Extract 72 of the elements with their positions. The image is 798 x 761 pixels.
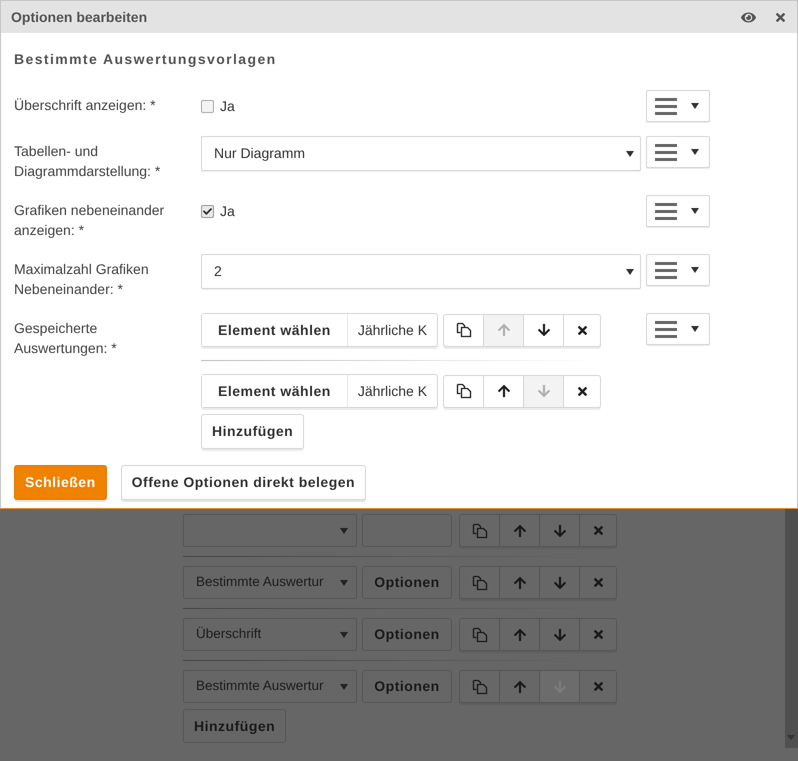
copy-icon — [456, 322, 472, 338]
arrow-down-icon — [552, 524, 566, 538]
field-label: Überschrift anzeigen: * — [14, 96, 157, 115]
caret-icon — [691, 208, 699, 214]
checkbox-label: Ja — [220, 96, 235, 116]
close-button[interactable] — [774, 10, 787, 24]
choose-element-button[interactable]: Element wählen — [202, 375, 348, 407]
arrow-down-icon — [536, 384, 551, 398]
copy-icon — [472, 678, 488, 694]
menu-icon — [655, 98, 677, 114]
menu-icon — [655, 202, 677, 220]
close-icon — [592, 680, 604, 693]
choose-element-button[interactable]: Element wählen — [202, 314, 348, 346]
close-icon — [576, 324, 589, 336]
close-icon — [774, 10, 787, 24]
close-icon — [592, 524, 604, 537]
checkbox[interactable] — [201, 100, 214, 112]
arrow-down-icon — [536, 323, 551, 337]
copy-icon — [456, 383, 472, 399]
apply-options-button[interactable]: Offene Optionen direkt belegen — [120, 465, 366, 500]
element-picker[interactable]: Element wählen Jährliche K — [201, 313, 438, 347]
check-icon — [203, 206, 212, 216]
element-value: Jährliche K — [356, 382, 428, 400]
eye-button[interactable] — [741, 10, 756, 24]
copy-icon — [472, 626, 488, 642]
close-icon — [592, 576, 604, 589]
select-field[interactable]: Nur Diagramm — [201, 136, 641, 171]
field-label: Gespeicherte Auswertungen: * — [14, 319, 118, 358]
caret-icon — [340, 684, 348, 690]
menu-icon — [655, 144, 677, 160]
section-heading: Bestimmte Auswertungsvorlagen — [14, 50, 278, 69]
close-icon — [592, 628, 604, 641]
checkbox-label: Ja — [220, 202, 235, 220]
arrow-up-icon — [496, 323, 511, 337]
menu-button[interactable] — [646, 90, 710, 122]
caret-icon — [691, 103, 699, 109]
element-picker[interactable]: Element wählen Jährliche K — [201, 374, 438, 408]
menu-button[interactable] — [646, 136, 710, 168]
caret-icon — [626, 268, 634, 274]
arrow-up-icon — [512, 524, 526, 538]
copy-icon — [472, 574, 488, 590]
close-icon — [576, 384, 589, 398]
arrow-down-icon — [552, 628, 566, 642]
caret-icon — [340, 632, 348, 638]
caret-icon — [691, 326, 699, 332]
arrow-up-icon — [512, 628, 526, 642]
menu-button[interactable] — [646, 313, 710, 345]
select-field[interactable]: 2 — [201, 254, 641, 289]
add-button[interactable]: Hinzufügen — [201, 414, 304, 449]
caret-icon — [340, 528, 348, 534]
menu-button[interactable] — [646, 195, 710, 227]
copy-icon — [472, 522, 488, 538]
field-label: Maximalzahl Grafiken Nebeneinander: * — [14, 260, 150, 299]
scroll-down-icon — [787, 735, 795, 740]
arrow-up-icon — [512, 576, 526, 590]
menu-icon — [655, 262, 677, 278]
arrow-up-icon — [496, 384, 511, 398]
checkbox[interactable] — [201, 204, 214, 218]
arrow-up-icon — [512, 680, 526, 694]
field-label: Grafiken nebeneinander anzeigen: * — [14, 201, 166, 240]
caret-icon — [626, 150, 634, 156]
arrow-down-icon — [552, 576, 566, 590]
caret-icon — [691, 267, 699, 273]
select-field[interactable] — [183, 514, 357, 547]
element-value: Jährliche K — [356, 320, 428, 340]
caret-icon — [340, 580, 348, 586]
menu-icon — [655, 320, 677, 338]
menu-button[interactable] — [646, 254, 710, 286]
dialog-title: Optionen bearbeiten — [11, 8, 148, 27]
field-label: Tabellen- und Diagrammdarstellung: * — [14, 142, 162, 181]
eye-icon — [741, 10, 756, 24]
caret-icon — [691, 149, 699, 155]
